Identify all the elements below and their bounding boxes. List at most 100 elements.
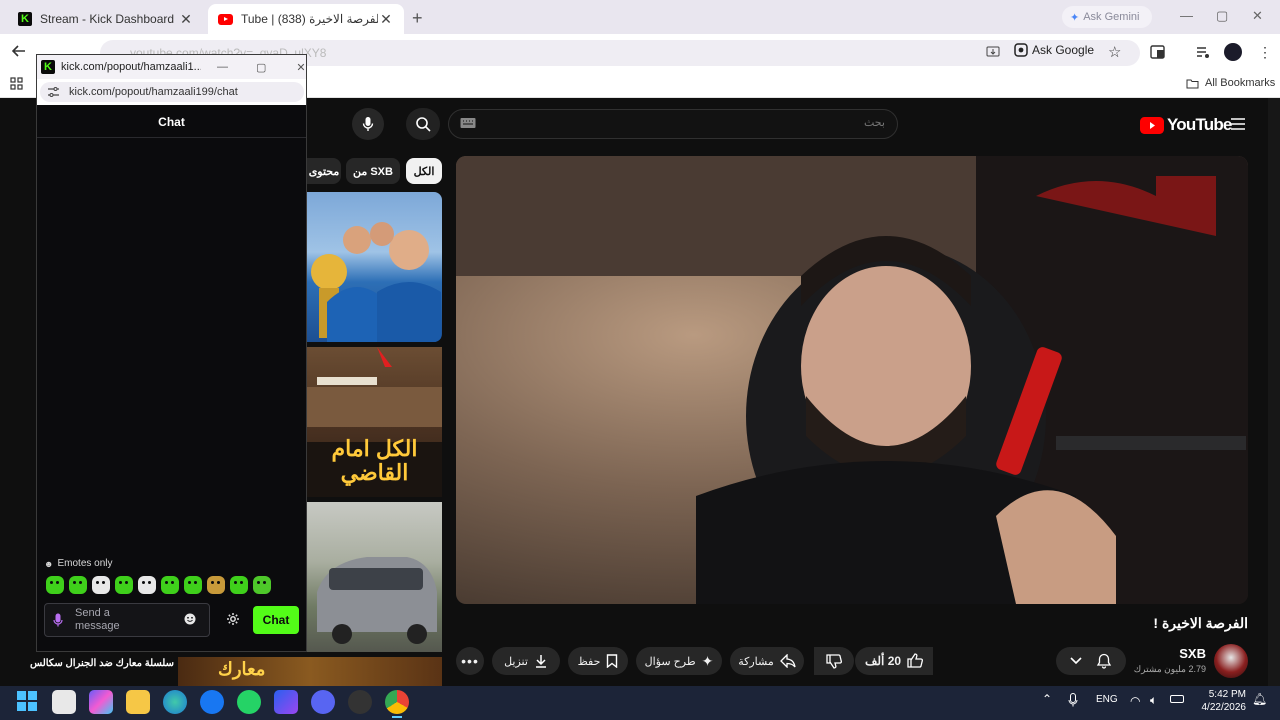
car-illustration xyxy=(317,557,437,644)
microphone-icon[interactable] xyxy=(53,613,63,627)
page-scrollbar[interactable] xyxy=(1268,98,1280,686)
related-video-thumbnail[interactable] xyxy=(307,192,442,342)
youtube-favicon-icon xyxy=(218,13,233,25)
tab-youtube[interactable]: Tube | الفرصة الاخيرة (838) ✕ xyxy=(208,4,404,34)
emote-icon[interactable] xyxy=(69,576,87,594)
browser-menu-icon[interactable]: ⋮ xyxy=(1258,44,1272,61)
notification-bell-icon[interactable]: 🔔︎ xyxy=(1252,692,1267,706)
video-frame xyxy=(456,156,1248,604)
sparkle-icon: ✦ xyxy=(701,652,714,669)
keyboard-icon[interactable] xyxy=(460,117,476,129)
emoji-picker-icon[interactable] xyxy=(184,613,196,625)
search-input[interactable] xyxy=(448,109,898,139)
minimize-window-icon[interactable]: — xyxy=(1180,8,1193,23)
send-chat-button[interactable]: Chat xyxy=(253,606,299,634)
video-player[interactable] xyxy=(456,156,1248,604)
media-player-icon[interactable] xyxy=(274,690,298,714)
volume-icon[interactable]: 🔈︎ xyxy=(1150,693,1157,708)
emote-icon[interactable] xyxy=(46,576,64,594)
install-app-icon[interactable] xyxy=(986,45,1000,59)
microphone-tray-icon[interactable] xyxy=(1068,693,1078,707)
profile-avatar[interactable] xyxy=(1224,43,1242,61)
chrome-icon[interactable] xyxy=(385,690,409,714)
edge-icon[interactable] xyxy=(163,690,187,714)
players-illustration xyxy=(311,222,441,342)
emote-picker-row xyxy=(46,576,271,594)
emote-icon[interactable] xyxy=(230,576,248,594)
discord-icon[interactable] xyxy=(311,690,335,714)
popout-minimize-icon[interactable]: — xyxy=(217,61,228,73)
store-icon[interactable] xyxy=(52,690,76,714)
tray-overflow-icon[interactable]: ⌃ xyxy=(1042,692,1052,706)
bookmark-star-icon[interactable]: ☆ xyxy=(1108,43,1121,61)
emote-icon[interactable] xyxy=(115,576,133,594)
close-window-icon[interactable]: ✕ xyxy=(1252,8,1263,24)
whatsapp-icon[interactable] xyxy=(237,690,261,714)
share-icon xyxy=(779,654,796,668)
channel-avatar[interactable] xyxy=(1214,644,1248,678)
youtube-logo[interactable]: YouTube xyxy=(1140,115,1232,135)
windows-taskbar xyxy=(0,686,1280,720)
hamburger-menu-icon[interactable] xyxy=(1230,117,1246,131)
obs-icon[interactable] xyxy=(348,690,372,714)
gemini-label: Ask Gemini xyxy=(1083,11,1140,23)
ask-gemini-button[interactable]: ✦ Ask Gemini xyxy=(1062,6,1152,28)
windows-start-icon[interactable] xyxy=(16,690,38,712)
new-tab-button[interactable]: + xyxy=(412,8,423,29)
related-video-thumbnail[interactable]: معارك xyxy=(178,657,442,686)
popout-address-field[interactable]: kick.com/popout/hamzaali199/chat xyxy=(40,82,304,102)
emote-icon[interactable] xyxy=(161,576,179,594)
split-view-icon[interactable] xyxy=(1150,45,1165,59)
popout-window-title: kick.com/popout/hamzaali1... xyxy=(61,61,201,73)
site-settings-icon xyxy=(48,87,59,97)
back-arrow-icon[interactable] xyxy=(12,44,26,58)
emote-mode-icon: ☻ xyxy=(44,558,54,569)
chip-related[interactable]: محتوى xyxy=(307,158,341,184)
thumbnail-overlay-text: معارك xyxy=(218,659,266,679)
emote-icon[interactable] xyxy=(92,576,110,594)
popout-close-icon[interactable]: ✕ xyxy=(296,61,305,74)
like-button[interactable]: 20 ألف xyxy=(855,647,933,675)
download-icon xyxy=(535,655,546,668)
emote-icon[interactable] xyxy=(253,576,271,594)
ask-google-button[interactable]: Ask Google xyxy=(1014,43,1094,57)
apps-grid-icon[interactable] xyxy=(10,77,23,90)
clock[interactable]: 5:42 PM 4/22/2026 xyxy=(1196,688,1247,714)
emote-icon[interactable] xyxy=(138,576,156,594)
facebook-icon[interactable] xyxy=(200,690,224,714)
related-video-thumbnail[interactable] xyxy=(307,502,442,652)
media-control-icon[interactable] xyxy=(1196,45,1210,59)
search-button[interactable] xyxy=(406,108,440,140)
maximize-window-icon[interactable]: ▢ xyxy=(1216,8,1228,24)
download-button[interactable]: تنزيل xyxy=(492,647,560,675)
search-icon xyxy=(416,117,431,132)
all-bookmarks-button[interactable]: All Bookmarks xyxy=(1186,77,1275,89)
close-tab-icon[interactable]: ✕ xyxy=(378,11,394,28)
wifi-icon[interactable]: ◠ xyxy=(1130,694,1140,708)
more-actions-button[interactable]: ••• xyxy=(456,647,484,675)
subscriber-count: 2.79 مليون مشترك xyxy=(1133,664,1206,674)
emote-icon[interactable] xyxy=(207,576,225,594)
related-video-thumbnail[interactable]: الكل امام القاضي xyxy=(307,347,442,497)
chat-settings-icon[interactable] xyxy=(226,612,240,626)
share-button[interactable]: مشاركة xyxy=(730,647,804,675)
copilot-icon[interactable] xyxy=(89,690,113,714)
dislike-button[interactable] xyxy=(814,647,854,675)
tab-kick-dashboard[interactable]: K Stream - Kick Dashboard ✕ xyxy=(8,4,204,34)
kick-favicon-icon: K xyxy=(18,12,32,26)
chip-all[interactable]: الكل xyxy=(406,158,442,184)
close-tab-icon[interactable]: ✕ xyxy=(178,11,194,28)
emote-icon[interactable] xyxy=(184,576,202,594)
microphone-icon xyxy=(362,117,374,131)
channel-name[interactable]: SXB xyxy=(1140,646,1206,661)
related-video-title[interactable]: سلسلة معارك ضد الجنرال سكالس!!! | xyxy=(30,658,174,669)
voice-search-button[interactable] xyxy=(352,108,384,140)
save-button[interactable]: حفظ xyxy=(568,647,628,675)
file-explorer-icon[interactable] xyxy=(126,690,150,714)
chip-from-sxb[interactable]: من SXB xyxy=(346,158,400,184)
gemini-sparkle-icon: ✦ xyxy=(1070,11,1080,24)
input-language[interactable]: ENG xyxy=(1096,694,1118,705)
popout-maximize-icon[interactable]: ▢ xyxy=(256,61,266,74)
ask-question-button[interactable]: طرح سؤال ✦ xyxy=(636,647,722,675)
battery-icon[interactable] xyxy=(1170,695,1184,703)
